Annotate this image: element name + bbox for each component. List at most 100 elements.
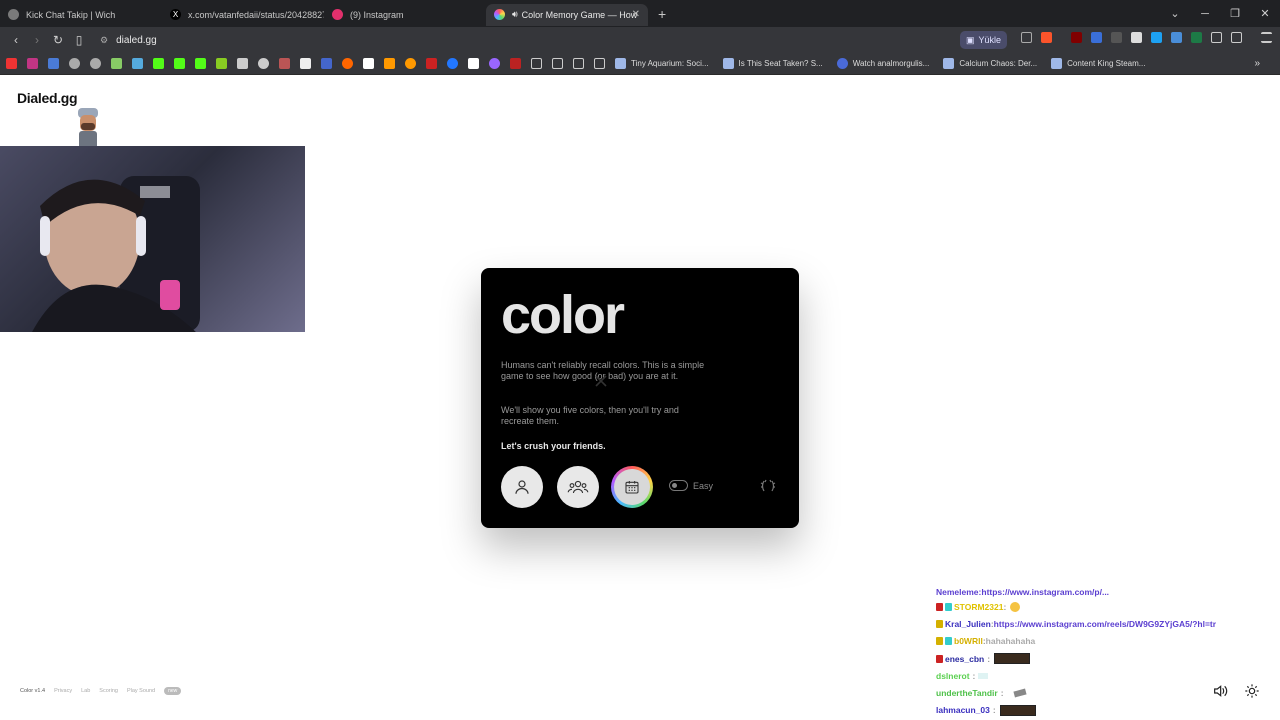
bookmark-favicon-icon[interactable] bbox=[237, 58, 248, 69]
daily-challenge-button[interactable] bbox=[611, 466, 653, 508]
laurel-icon[interactable] bbox=[760, 478, 776, 494]
address-bar[interactable]: ⚙ dialed.gg bbox=[100, 35, 157, 46]
chat-username: b0WRll bbox=[954, 636, 983, 647]
badge-icon bbox=[936, 654, 943, 663]
folder-icon[interactable] bbox=[573, 58, 584, 69]
bookmark-favicon-icon[interactable] bbox=[321, 58, 332, 69]
browser-tab-instagram[interactable]: (9) Instagram bbox=[324, 4, 486, 26]
easy-mode-toggle[interactable] bbox=[669, 480, 688, 491]
more-bookmarks-icon[interactable]: » bbox=[1254, 58, 1260, 69]
ublock-icon[interactable] bbox=[1071, 32, 1082, 43]
extension-icon[interactable] bbox=[1171, 32, 1182, 43]
bookmark-favicon-icon[interactable] bbox=[132, 58, 143, 69]
bookmark-label: Is This Seat Taken? S... bbox=[738, 59, 823, 68]
chat-text: : bbox=[992, 705, 996, 716]
bookmark-item[interactable]: Is This Seat Taken? S... bbox=[722, 58, 823, 69]
bookmark-label: Content King Steam... bbox=[1067, 59, 1146, 68]
extension-icon[interactable] bbox=[1131, 32, 1142, 43]
share-icon[interactable] bbox=[1021, 32, 1032, 43]
site-info-icon[interactable]: ⚙ bbox=[100, 35, 108, 46]
chat-username: dslnerot bbox=[936, 670, 970, 681]
bookmark-favicon-icon[interactable] bbox=[363, 58, 374, 69]
steam-icon bbox=[1051, 58, 1063, 69]
chat-username: enes_cbn bbox=[945, 653, 985, 664]
footer-link-privacy[interactable]: Privacy bbox=[54, 688, 72, 694]
footer-link-lab[interactable]: Lab bbox=[81, 688, 90, 694]
bookmark-item[interactable]: Tiny Aquarium: Soci... bbox=[615, 58, 709, 69]
folder-icon[interactable] bbox=[594, 58, 605, 69]
solo-play-button[interactable] bbox=[501, 466, 543, 508]
kick-bookmark-icon[interactable] bbox=[153, 58, 164, 69]
back-icon[interactable]: ‹ bbox=[6, 33, 26, 47]
close-window-icon[interactable]: ✕ bbox=[1250, 7, 1280, 20]
kick-favicon-icon bbox=[8, 9, 19, 20]
site-logo[interactable]: Dialed.gg bbox=[17, 90, 78, 106]
minimize-icon[interactable]: ─ bbox=[1190, 8, 1220, 20]
bookmark-favicon-icon[interactable] bbox=[489, 58, 500, 69]
bookmark-item[interactable]: Watch analmorgulis... bbox=[836, 58, 929, 69]
bookmark-favicon-icon[interactable] bbox=[468, 58, 479, 69]
bookmark-favicon-icon[interactable] bbox=[510, 58, 521, 69]
bookmark-favicon-icon[interactable] bbox=[447, 58, 458, 69]
bookmark-favicon-icon[interactable] bbox=[216, 58, 227, 69]
volume-icon[interactable] bbox=[1212, 683, 1228, 699]
theme-toggle-sun-icon[interactable] bbox=[1244, 683, 1260, 699]
browser-tab-x[interactable]: X x.com/vatanfedaii/status/20428827 bbox=[162, 4, 324, 26]
bookmark-icon[interactable]: ▯ bbox=[69, 33, 89, 47]
browser-tab-color-game[interactable]: 🔊︎ Color Memory Game — How ✕ bbox=[486, 3, 648, 26]
game-details-text: We'll show you five colors, then you'll … bbox=[501, 405, 679, 426]
x-bookmark-icon[interactable] bbox=[300, 58, 311, 69]
x-favicon-icon: X bbox=[170, 9, 181, 20]
bookmark-favicon-icon[interactable] bbox=[27, 58, 38, 69]
reddit-bookmark-icon[interactable] bbox=[342, 58, 353, 69]
bookmark-favicon-icon[interactable] bbox=[279, 58, 290, 69]
extension-icon[interactable] bbox=[1151, 32, 1162, 43]
bookmark-favicon-icon[interactable] bbox=[111, 58, 122, 69]
tab-title: x.com/vatanfedaii/status/20428827 bbox=[188, 9, 324, 20]
bookmark-favicon-icon[interactable] bbox=[426, 58, 437, 69]
emote-image bbox=[994, 653, 1031, 665]
folder-icon[interactable] bbox=[531, 58, 542, 69]
speaker-icon[interactable]: 🔊︎ bbox=[512, 9, 518, 20]
install-button[interactable]: ▣ Yükle bbox=[960, 31, 1008, 49]
chat-username: Nemeleme bbox=[936, 587, 979, 597]
extension-icon[interactable] bbox=[1111, 32, 1122, 43]
brave-shield-icon[interactable] bbox=[1041, 32, 1052, 43]
forward-icon[interactable]: › bbox=[27, 33, 47, 47]
bookmark-item[interactable]: Content King Steam... bbox=[1051, 58, 1145, 69]
extension-icon[interactable] bbox=[1191, 32, 1202, 43]
kick-bookmark-icon[interactable] bbox=[174, 58, 185, 69]
page-footer: Color v1.4 Privacy Lab Scoring Play Soun… bbox=[20, 687, 182, 695]
bookmark-favicon-icon[interactable] bbox=[258, 58, 269, 69]
folder-icon[interactable] bbox=[552, 58, 563, 69]
bookmark-favicon-icon[interactable] bbox=[90, 58, 101, 69]
kick-bookmark-icon[interactable] bbox=[195, 58, 206, 69]
chat-message: dslnerot: bbox=[936, 667, 1276, 684]
browser-tab-kick-chat[interactable]: Kick Chat Takip | Wich bbox=[0, 4, 162, 26]
close-tab-icon[interactable]: ✕ bbox=[632, 9, 640, 20]
amazon-bookmark-icon[interactable] bbox=[384, 58, 395, 69]
chat-message: b0WRll : hahahahaha bbox=[936, 633, 1276, 650]
maximize-icon[interactable]: ❐ bbox=[1220, 7, 1250, 20]
new-badge: new bbox=[164, 687, 182, 695]
multiplayer-button[interactable] bbox=[557, 466, 599, 508]
chat-text: https://www.instagram.com/reels/DW9G9ZYj… bbox=[993, 618, 1217, 629]
puzzle-icon[interactable] bbox=[1211, 32, 1222, 43]
extension-icon[interactable] bbox=[1091, 32, 1102, 43]
footer-link-scoring[interactable]: Scoring bbox=[99, 688, 118, 694]
bookmark-favicon-icon[interactable] bbox=[6, 58, 17, 69]
tab-search-icon[interactable]: ⌄ bbox=[1160, 7, 1190, 20]
bookmark-item[interactable]: Calcium Chaos: Der... bbox=[943, 58, 1037, 69]
badge-icon bbox=[945, 637, 952, 646]
menu-icon[interactable] bbox=[1261, 32, 1272, 43]
game-title: color bbox=[501, 285, 625, 345]
bookmark-favicon-icon[interactable] bbox=[48, 58, 59, 69]
bookmark-favicon-icon[interactable] bbox=[405, 58, 416, 69]
reload-icon[interactable]: ↻ bbox=[48, 33, 68, 47]
new-tab-button[interactable]: + bbox=[658, 6, 666, 22]
easy-mode-label: Easy bbox=[693, 481, 714, 491]
footer-link-play-sound[interactable]: Play Sound bbox=[127, 688, 155, 694]
sidebar-icon[interactable] bbox=[1231, 32, 1242, 43]
bookmark-favicon-icon[interactable] bbox=[69, 58, 80, 69]
calendar-icon bbox=[625, 481, 639, 494]
